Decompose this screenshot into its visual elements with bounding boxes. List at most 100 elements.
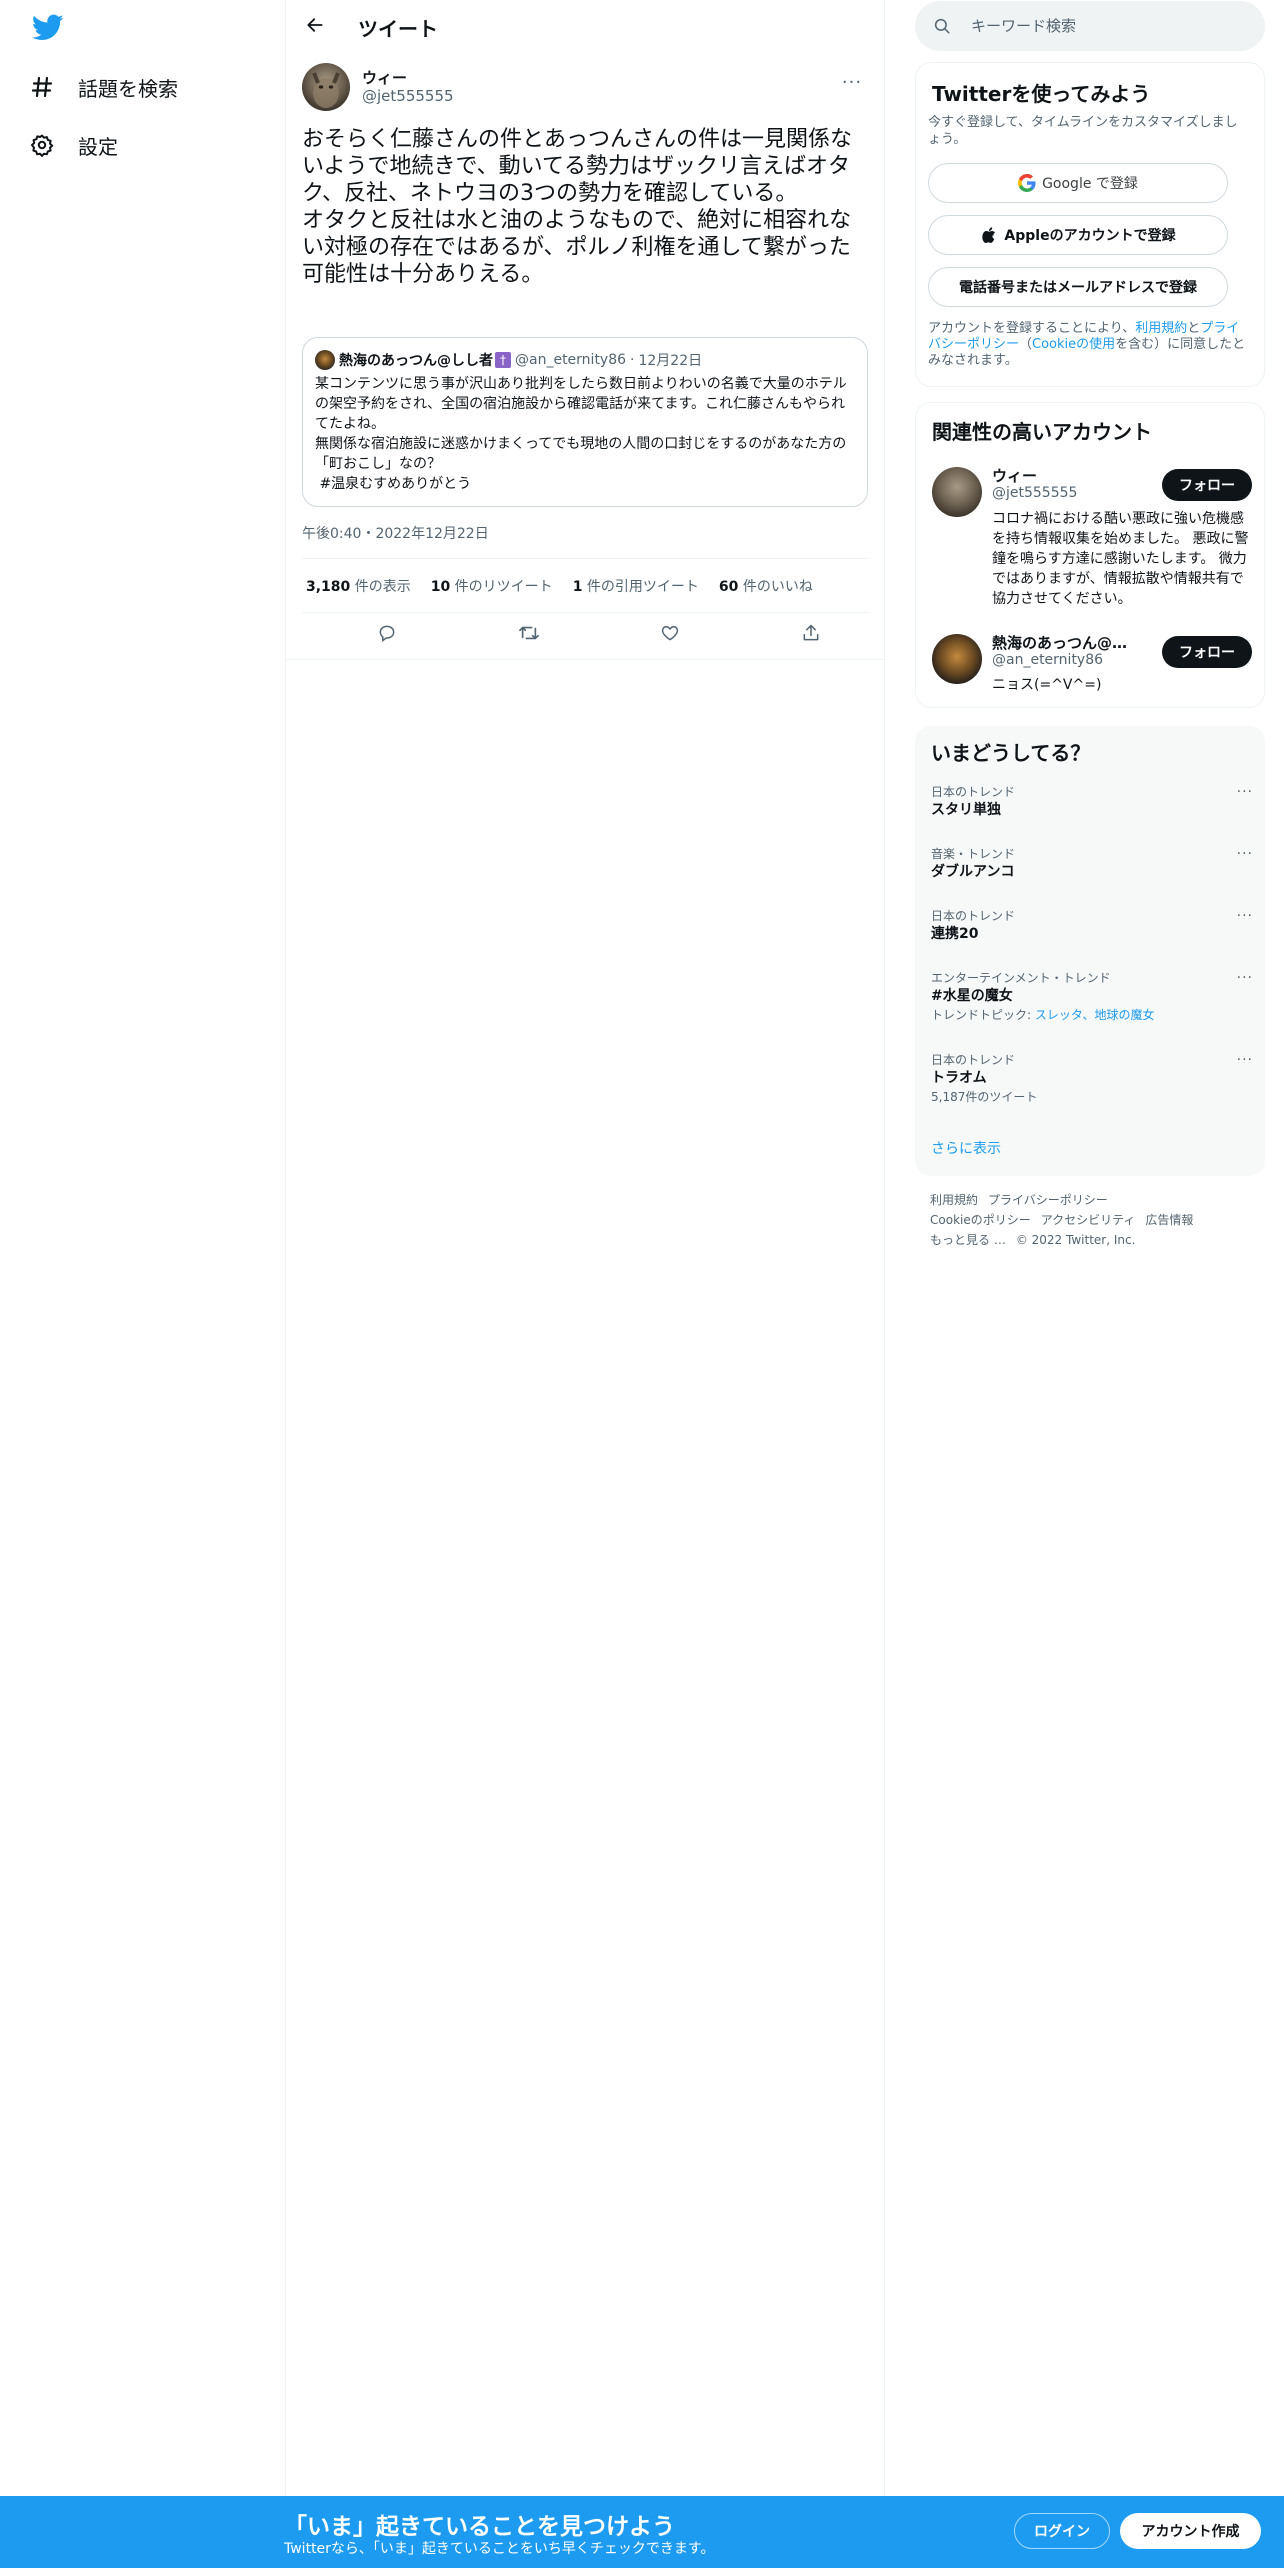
trend-topics: トレンドトピック: スレッタ、地球の魔女 [931,1006,1253,1024]
share-button[interactable] [796,620,826,650]
footer-cookie[interactable]: Cookieのポリシー [930,1213,1031,1227]
page: 話題を検索 設定 ツイート ウィー @jet555555 ··· おそらく仁藤さ… [0,0,1284,2568]
quoted-tweet-header: 熱海のあっつん@しし者 † @an_eternity86 · 12月22日 [315,350,702,370]
signup-card: Twitterを使ってみよう 今すぐ登録して、タイムラインをカスタマイズしましょ… [915,62,1265,387]
apple-icon [980,226,998,244]
trend-item[interactable]: 日本のトレンド 連携20 ··· [931,908,1253,944]
divider [302,612,869,613]
legal-open-paren: （ [1019,337,1033,352]
reply-button[interactable] [372,620,402,650]
main-column: ツイート ウィー @jet555555 ··· おそらく仁藤さんの件とあっつんさ… [286,0,885,2568]
apple-signup-button[interactable]: Appleのアカウントで登録 [928,215,1228,255]
tweet-text: おそらく仁藤さんの件とあっつんさんの件は一見関係ないようで地続きで、動いてる勢力… [302,127,853,287]
trend-category: 日本のトレンド [931,785,1016,799]
footer-more[interactable]: もっと見る … [930,1233,1006,1247]
login-button[interactable]: ログイン [1014,2513,1110,2549]
like-icon [660,623,680,647]
trend-item[interactable]: 日本のトレンド スタリ単独 ··· [931,784,1253,820]
more-icon[interactable]: ··· [1237,908,1253,924]
tweet-author: ウィー @jet555555 ··· [302,63,869,115]
follow-button[interactable]: フォロー [1162,469,1252,501]
arrow-left-icon [305,15,325,39]
nav-explore-label: 話題を検索 [78,76,178,101]
search-icon [933,16,953,36]
apple-signup-label: Appleのアカウントで登録 [1004,228,1176,244]
trend-item[interactable]: 日本のトレンド トラオム 5,187件のツイート ··· [931,1052,1253,1106]
author-handle[interactable]: @jet555555 [362,87,454,105]
author-name[interactable]: ウィー [362,67,407,88]
views-stat: 3,180 件の表示 [306,576,411,596]
quotes-stat[interactable]: 1 件の引用ツイート [573,576,699,596]
account-handle[interactable]: @an_eternity86 [992,652,1103,668]
separator-dot: · [630,352,635,368]
retweets-stat[interactable]: 10 件のリツイート [431,576,553,596]
quoted-tweet-text: 某コンテンツに思う事が沢山あり批判をしたら数日前よりわいの名義で大量のホテルの架… [315,376,847,492]
follow-button[interactable]: フォロー [1162,636,1252,668]
tweet-timestamp[interactable]: 午後0:40・2022年12月22日 [302,523,489,543]
quoted-tweet[interactable]: 熱海のあっつん@しし者 † @an_eternity86 · 12月22日 某コ… [302,337,868,507]
more-icon[interactable]: ··· [1237,970,1253,986]
quotes-count: 1 [572,579,583,595]
twitter-bird-icon[interactable] [31,14,64,44]
nav-settings-label: 設定 [78,134,118,159]
more-icon: ··· [841,71,863,93]
signup-title: Twitterを使ってみよう [932,82,1151,106]
search-input[interactable] [971,17,1231,35]
quoted-tweet-date: 12月22日 [638,353,703,369]
nav-explore[interactable]: 話題を検索 [28,59,178,115]
avatar[interactable] [932,634,982,684]
page-title: ツイート [358,17,438,41]
trend-topic-links[interactable]: スレッタ、地球の魔女 [1035,1008,1155,1022]
trend-item[interactable]: 音楽・トレンド ダブルアンコ ··· [931,846,1253,882]
footer-privacy[interactable]: プライバシーポリシー [988,1193,1108,1207]
trend-name: スタリ単独 [931,802,1001,818]
avatar[interactable] [932,467,982,517]
trend-category: 日本のトレンド [931,1053,1016,1067]
retweets-count: 10 [430,579,451,595]
show-more-link[interactable]: さらに表示 [931,1138,1001,1158]
trend-category: エンターテインメント・トレンド [931,971,1111,985]
likes-stat[interactable]: 60 件のいいね [719,576,813,596]
trend-name: トラオム [931,1070,987,1086]
google-signup-label: Google で登録 [1042,176,1138,192]
bottom-bar-title: 「いま」起きていることを見つけよう [284,2514,675,2540]
footer-ads[interactable]: 広告情報 [1145,1213,1193,1227]
likes-count: 60 [718,579,739,595]
retweet-button[interactable] [514,620,544,650]
bottom-signup-bar: 「いま」起きていることを見つけよう Twitterなら、「いま」起きていることを… [0,2496,1284,2568]
more-icon[interactable]: ··· [1237,846,1253,862]
signup-legal-text: アカウントを登録することにより、利用規約とプライバシーポリシー（Cookieの使… [928,321,1248,369]
related-accounts-card: 関連性の高いアカウント ウィー @jet555555 フォロー コロナ禍における… [915,402,1265,708]
create-account-button[interactable]: アカウント作成 [1120,2513,1261,2549]
trend-name: #水星の魔女 [931,988,1013,1004]
retweets-label: 件のリツイート [450,579,553,595]
like-button[interactable] [655,620,685,650]
more-icon[interactable]: ··· [1237,1052,1253,1068]
phone-email-signup-button[interactable]: 電話番号またはメールアドレスで登録 [928,267,1228,307]
account-name[interactable]: 熱海のあっつん@しし者 [992,632,1142,653]
more-icon[interactable]: ··· [1237,784,1253,800]
retweet-icon [518,623,540,647]
account-name[interactable]: ウィー [992,465,1142,486]
legal-and: と [1187,321,1201,336]
search-box[interactable] [915,1,1265,51]
back-button[interactable] [300,12,330,42]
left-nav: 話題を検索 設定 [0,0,286,2568]
trend-topics-prefix: トレンドトピック: [931,1008,1035,1022]
footer-terms[interactable]: 利用規約 [930,1193,978,1207]
gear-icon [28,131,56,159]
account-handle[interactable]: @jet555555 [992,485,1077,501]
views-label: 件の表示 [350,579,411,595]
more-options-button[interactable]: ··· [835,65,869,99]
author-avatar[interactable] [302,63,350,111]
terms-link[interactable]: 利用規約 [1135,321,1187,336]
trend-item[interactable]: エンターテインメント・トレンド #水星の魔女 トレンドトピック: スレッタ、地球… [931,970,1253,1024]
footer-copyright: © 2022 Twitter, Inc. [1015,1233,1136,1247]
footer-links: 利用規約 プライバシーポリシー Cookieのポリシー アクセシビリティ 広告情報 も… [930,1190,1250,1250]
cookie-link[interactable]: Cookieの使用 [1032,337,1115,352]
trend-name: 連携20 [931,926,979,942]
google-signup-button[interactable]: Google で登録 [928,163,1228,203]
footer-accessibility[interactable]: アクセシビリティ [1041,1213,1136,1227]
phone-email-signup-label: 電話番号またはメールアドレスで登録 [959,280,1197,296]
nav-settings[interactable]: 設定 [28,117,118,173]
